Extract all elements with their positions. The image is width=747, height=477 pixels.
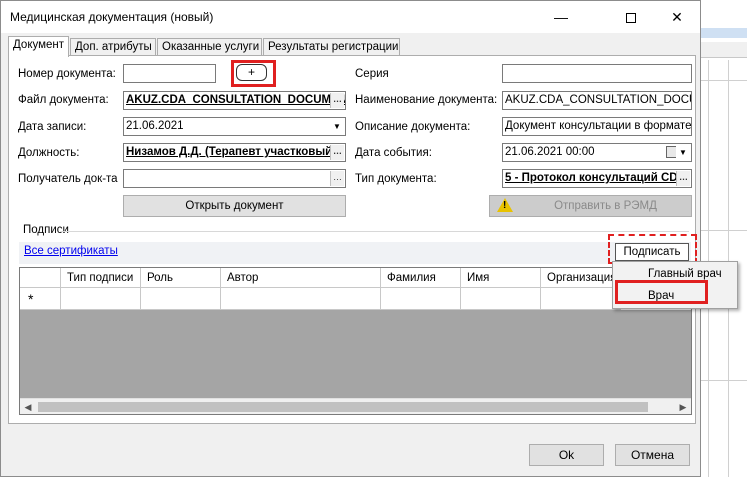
ok-button[interactable]: Ok [529,444,604,466]
column-header[interactable]: Роль [141,268,221,288]
table-cell[interactable] [221,288,381,310]
background-header [698,28,747,38]
send-remd-button[interactable]: Отправить в РЭМД [489,195,692,217]
table-cell[interactable] [141,288,221,310]
scroll-right-icon[interactable]: ▶ [675,399,691,415]
highlight-box [231,60,276,87]
position-input[interactable]: Низамов Д.Д. (Терапевт участковый) … [123,143,346,162]
maximize-icon [626,13,636,24]
doc-number-input[interactable] [123,64,216,83]
table-cell[interactable] [541,288,621,310]
maximize-button[interactable] [608,1,654,33]
background-toolbar [698,42,747,58]
new-row-marker: * [20,288,61,310]
table-cell[interactable] [61,288,141,310]
browse-ellipsis-icon[interactable]: … [330,93,344,108]
recipient-label: Получатель док-та [18,173,118,185]
position-label: Должность: [18,147,80,159]
cancel-button[interactable]: Отмена [615,444,690,466]
table-row[interactable]: * [20,288,691,310]
scroll-left-icon[interactable]: ◀ [20,399,36,415]
signatures-toolbar [19,242,691,264]
column-header[interactable]: Тип подписи [61,268,141,288]
doc-type-value: 5 - Протокол консультаций CDA [505,172,686,184]
doc-number-label: Номер документа: [18,68,116,80]
doc-name-input[interactable]: AKUZ.CDA_CONSULTATION_DOCUMENT [502,91,692,110]
browse-ellipsis-icon[interactable]: … [330,171,344,186]
table-header: Тип подписи Роль Автор Фамилия Имя Орган… [20,268,691,288]
doc-type-label: Тип документа: [355,173,437,185]
event-date-value: 21.06.2021 00:00 [505,146,595,158]
series-input[interactable] [502,64,692,83]
highlight-box [608,234,697,264]
record-date-label: Дата записи: [18,121,87,133]
signatures-divider [61,231,689,232]
file-input[interactable]: AKUZ.CDA_CONSULTATION_DOCUMENT … [123,91,346,110]
warning-icon-mark: ! [503,200,507,211]
minimize-button[interactable]: — [538,1,584,33]
doc-desc-input[interactable]: Документ консультации в формате CDA [502,117,692,136]
column-header[interactable]: Имя [461,268,541,288]
file-label: Файл документа: [18,94,109,106]
column-header[interactable]: Фамилия [381,268,461,288]
tab-document[interactable]: Документ [8,36,69,57]
signatures-table[interactable]: Тип подписи Роль Автор Фамилия Имя Орган… [19,267,692,415]
doc-type-input[interactable]: 5 - Протокол консультаций CDA … [502,169,692,188]
doc-name-label: Наименование документа: [355,94,498,106]
doc-desc-label: Описание документа: [355,121,471,133]
all-certificates-link[interactable]: Все сертификаты [24,245,118,257]
column-header[interactable]: Автор [221,268,381,288]
column-header[interactable]: Организация [541,268,621,288]
record-date-value: 21.06.2021 [126,120,184,132]
background-grid-line [698,80,747,81]
browse-ellipsis-icon[interactable]: … [676,171,690,186]
tab-services[interactable]: Оказанные услуги [157,38,262,56]
title-bar: Медицинская документация (новый) — ✕ [1,1,700,33]
event-date-picker[interactable]: 21.06.2021 00:00 ▼ [502,143,692,162]
table-cell[interactable] [461,288,541,310]
file-value: AKUZ.CDA_CONSULTATION_DOCUMENT [126,94,346,106]
position-value: Низамов Д.Д. (Терапевт участковый) [126,146,337,158]
tab-registration-results[interactable]: Результаты регистрации [263,38,400,56]
signatures-group-label: Подписи [23,224,69,236]
row-header-corner [20,268,61,288]
minimize-icon: — [554,9,568,25]
window-title: Медицинская документация (новый) [10,10,214,24]
browse-ellipsis-icon[interactable]: … [330,145,344,160]
open-document-button[interactable]: Открыть документ [123,195,346,217]
dialog-window: Медицинская документация (новый) — ✕ Док… [0,0,701,477]
chevron-down-icon[interactable]: ▼ [330,119,344,134]
tab-extra-attributes[interactable]: Доп. атрибуты [70,38,156,56]
background-window [697,0,747,477]
close-icon: ✕ [671,9,683,25]
scrollbar-thumb[interactable] [38,402,648,412]
highlight-box [615,280,708,304]
background-grid-line [698,230,747,231]
background-grid-line [698,380,747,381]
record-date-select[interactable]: 21.06.2021 ▼ [123,117,346,136]
close-button[interactable]: ✕ [654,1,700,33]
chevron-down-icon[interactable]: ▼ [676,145,690,160]
event-date-label: Дата события: [355,147,432,159]
series-label: Серия [355,68,389,80]
table-cell[interactable] [381,288,461,310]
horizontal-scrollbar[interactable]: ◀ ▶ [20,398,691,414]
recipient-input[interactable]: … [123,169,346,188]
send-remd-label: Отправить в РЭМД [554,200,657,212]
